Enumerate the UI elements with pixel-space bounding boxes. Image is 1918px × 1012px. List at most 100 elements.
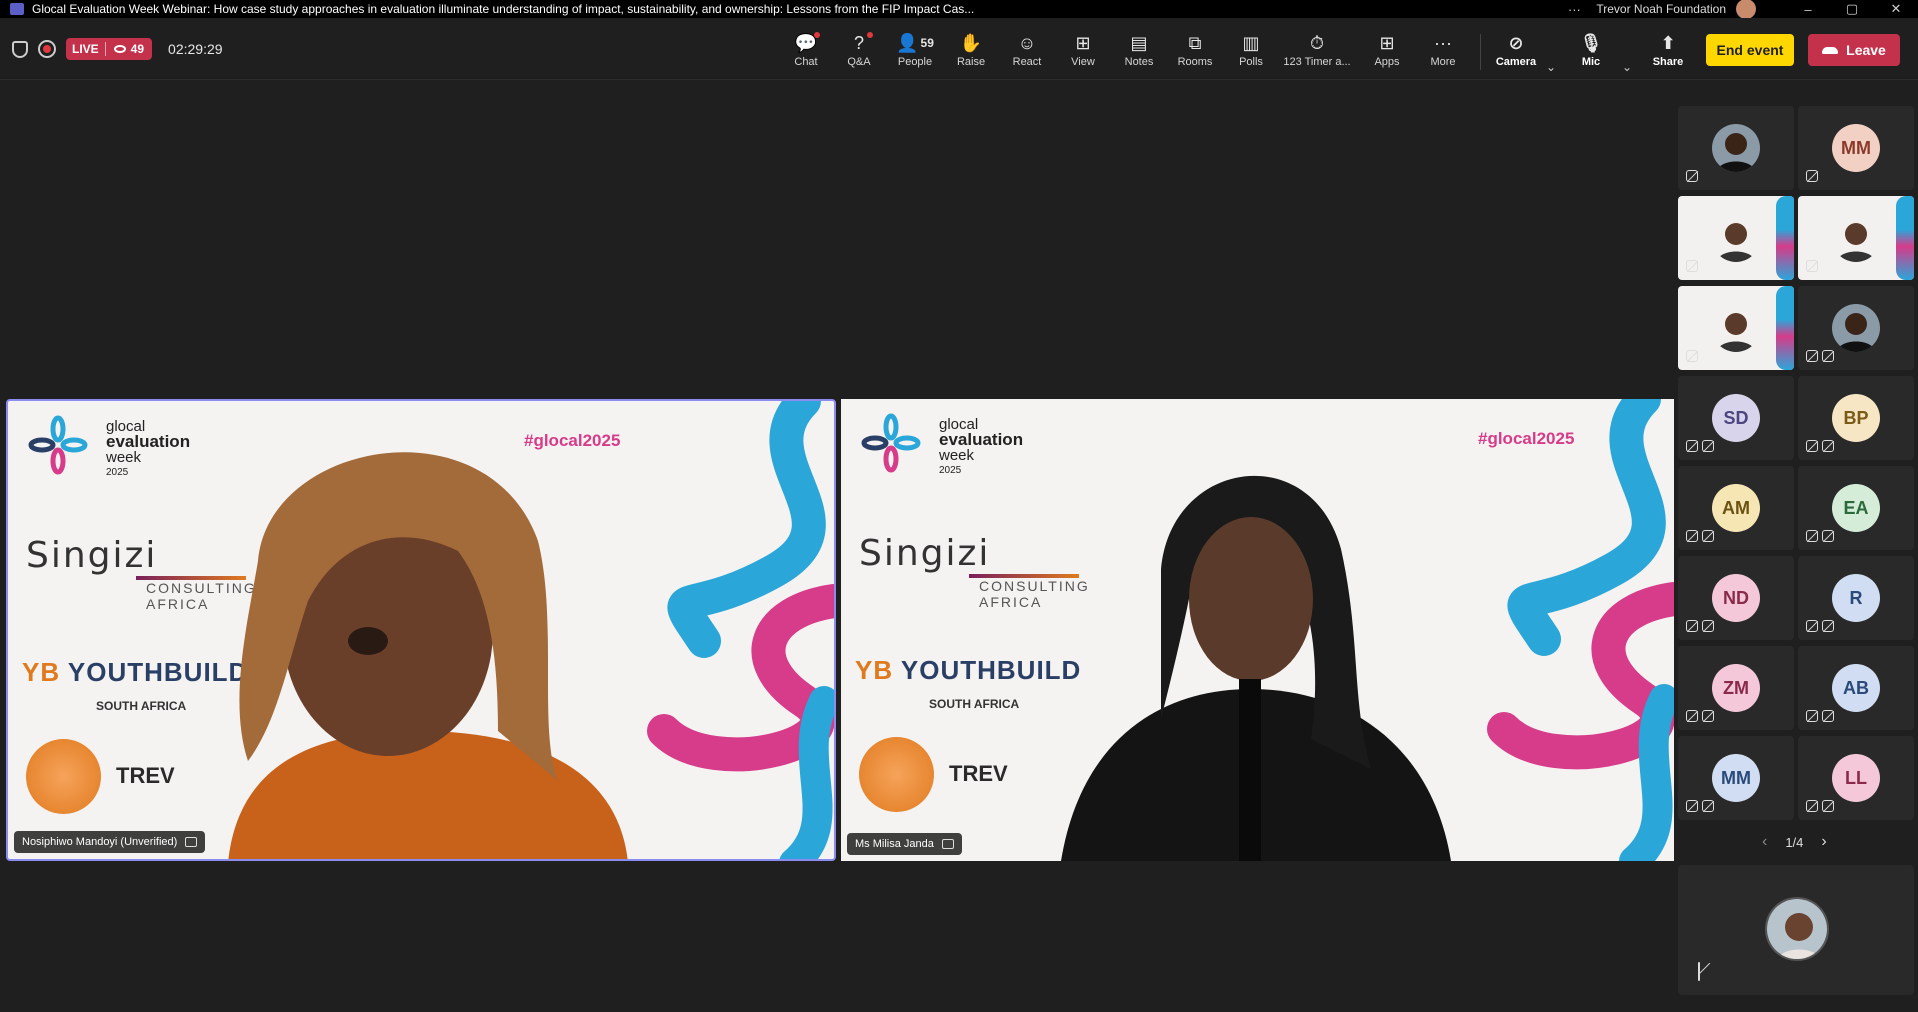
raise-hand-button[interactable]: ✋ Raise — [943, 30, 999, 69]
camera-off-icon — [1806, 440, 1818, 452]
camera-off-icon — [1686, 620, 1698, 632]
muted-mic-icon — [1702, 710, 1714, 722]
participant-avatar — [1712, 124, 1760, 172]
gallery-pager: ‹ 1/4 › — [1762, 833, 1827, 851]
account-avatar[interactable] — [1736, 0, 1756, 19]
view-label: View — [1071, 56, 1095, 68]
view-button[interactable]: ⊞ View — [1055, 30, 1111, 69]
muted-mic-icon — [1822, 620, 1834, 632]
speaker-1-figure — [228, 452, 628, 859]
mic-options-chevron-icon[interactable]: ⌄ — [1622, 60, 1632, 74]
participant-tile[interactable]: ZM — [1678, 646, 1794, 730]
brand-line-3: week — [939, 447, 975, 464]
react-button[interactable]: ☺ React — [999, 30, 1055, 69]
trevor-partial-text: TREV — [949, 761, 1008, 786]
muted-mic-icon — [1702, 800, 1714, 812]
participant-initials: MM — [1712, 754, 1760, 802]
leave-button[interactable]: Leave — [1808, 34, 1900, 66]
mic-button[interactable]: 🎙 Mic — [1563, 30, 1619, 69]
participant-tile[interactable] — [1678, 106, 1794, 190]
speaker-video-1[interactable]: glocal evaluation week 2025 #glocal2025 … — [6, 399, 836, 861]
close-button[interactable]: ✕ — [1874, 1, 1918, 17]
participant-initials: ZM — [1712, 664, 1760, 712]
participant-tile[interactable]: MM — [1798, 106, 1914, 190]
apps-button[interactable]: ⊞ Apps — [1359, 30, 1415, 69]
viewers-eye-icon — [113, 45, 126, 53]
timer-icon: ⏱ — [1309, 32, 1325, 53]
yb-mark: YB — [855, 655, 894, 685]
content-pin-icon[interactable] — [941, 839, 954, 849]
content-pin-icon[interactable] — [185, 837, 198, 847]
participant-tile[interactable]: ND — [1678, 556, 1794, 640]
glocal-swirl-graphic — [1487, 399, 1674, 861]
camera-button[interactable]: ⊘ Camera — [1488, 30, 1544, 69]
brand-year: 2025 — [939, 465, 962, 476]
tile-status — [1686, 440, 1714, 452]
muted-mic-icon — [1806, 260, 1818, 272]
participant-tile[interactable]: AB — [1798, 646, 1914, 730]
camera-label: Camera — [1495, 56, 1537, 68]
toolbar-divider — [1480, 34, 1481, 70]
people-button[interactable]: 👤 59 People — [887, 30, 943, 69]
camera-options-chevron-icon[interactable]: ⌄ — [1546, 60, 1556, 74]
muted-mic-icon — [1686, 350, 1698, 362]
muted-mic-icon — [1686, 170, 1698, 182]
participant-tile[interactable]: BP — [1798, 376, 1914, 460]
camera-off-icon — [1806, 350, 1818, 362]
more-options-icon[interactable]: ··· — [1552, 2, 1596, 17]
participant-video-thumb — [1712, 214, 1760, 262]
participant-video-thumb — [1832, 214, 1880, 262]
participant-initials: SD — [1712, 394, 1760, 442]
window-titlebar: Glocal Evaluation Week Webinar: How case… — [0, 0, 1918, 19]
muted-mic-icon — [1702, 440, 1714, 452]
end-event-button[interactable]: End event — [1706, 34, 1794, 66]
polls-icon: ▥ — [1242, 32, 1260, 53]
gallery-prev-chevron-icon[interactable]: ‹ — [1762, 833, 1767, 851]
gallery-next-chevron-icon[interactable]: › — [1821, 833, 1826, 851]
muted-mic-icon — [1702, 530, 1714, 542]
participant-tile[interactable]: R — [1798, 556, 1914, 640]
participant-initials: ND — [1712, 574, 1760, 622]
participant-initials: MM — [1832, 124, 1880, 172]
chat-icon: 💬 — [778, 30, 834, 56]
chat-button[interactable]: 💬 Chat — [778, 30, 834, 68]
tile-status — [1686, 170, 1698, 182]
participant-tile[interactable]: LL — [1798, 736, 1914, 820]
rooms-button[interactable]: ⧉ Rooms — [1167, 30, 1223, 69]
trevor-noah-logo — [859, 737, 934, 812]
qa-button[interactable]: ? Q&A — [831, 30, 887, 68]
participant-tile[interactable] — [1678, 196, 1794, 280]
maximize-button[interactable]: ▢ — [1830, 1, 1874, 17]
react-label: React — [1012, 56, 1042, 68]
speaker-video-2[interactable]: glocal evaluation week 2025 #glocal2025 … — [841, 399, 1674, 861]
minimize-button[interactable]: – — [1786, 2, 1830, 17]
speaker-2-name: Ms Milisa Janda — [855, 838, 934, 850]
polls-button[interactable]: ▥ Polls — [1223, 30, 1279, 69]
more-button[interactable]: ··· More — [1415, 30, 1471, 69]
notes-button[interactable]: ▤ Notes — [1111, 30, 1167, 69]
participant-tile[interactable]: SD — [1678, 376, 1794, 460]
participant-tile[interactable] — [1678, 286, 1794, 370]
timer-app-button[interactable]: ⏱ 123 Timer a... — [1281, 30, 1353, 69]
participant-tile[interactable] — [1798, 286, 1914, 370]
participant-tile[interactable]: AM — [1678, 466, 1794, 550]
smiley-icon: ☺ — [1017, 32, 1037, 53]
meeting-toolbar: LIVE 49 02:29:29 💬 Chat ? Q&A 👤 59 People ✋ R… — [0, 18, 1918, 80]
hand-icon: ✋ — [959, 32, 983, 53]
security-shield-icon[interactable] — [12, 40, 28, 58]
recording-icon[interactable] — [38, 40, 56, 58]
participant-tile[interactable]: MM — [1678, 736, 1794, 820]
tile-status — [1806, 170, 1818, 182]
live-label: LIVE — [66, 42, 106, 56]
meeting-timer: 02:29:29 — [168, 41, 223, 57]
meeting-stage: glocal evaluation week 2025 #glocal2025 … — [0, 80, 1676, 1012]
speaker-2-nameplate: Ms Milisa Janda — [847, 833, 962, 855]
participant-tile[interactable] — [1798, 196, 1914, 280]
timer-label: 123 Timer a... — [1283, 56, 1351, 68]
share-button[interactable]: ⬆ Share — [1640, 30, 1696, 69]
participant-tile[interactable]: EA — [1798, 466, 1914, 550]
self-view-tile[interactable] — [1678, 865, 1914, 995]
qa-icon: ? — [831, 30, 887, 56]
tile-status — [1686, 260, 1698, 272]
participant-initials: AB — [1832, 664, 1880, 712]
